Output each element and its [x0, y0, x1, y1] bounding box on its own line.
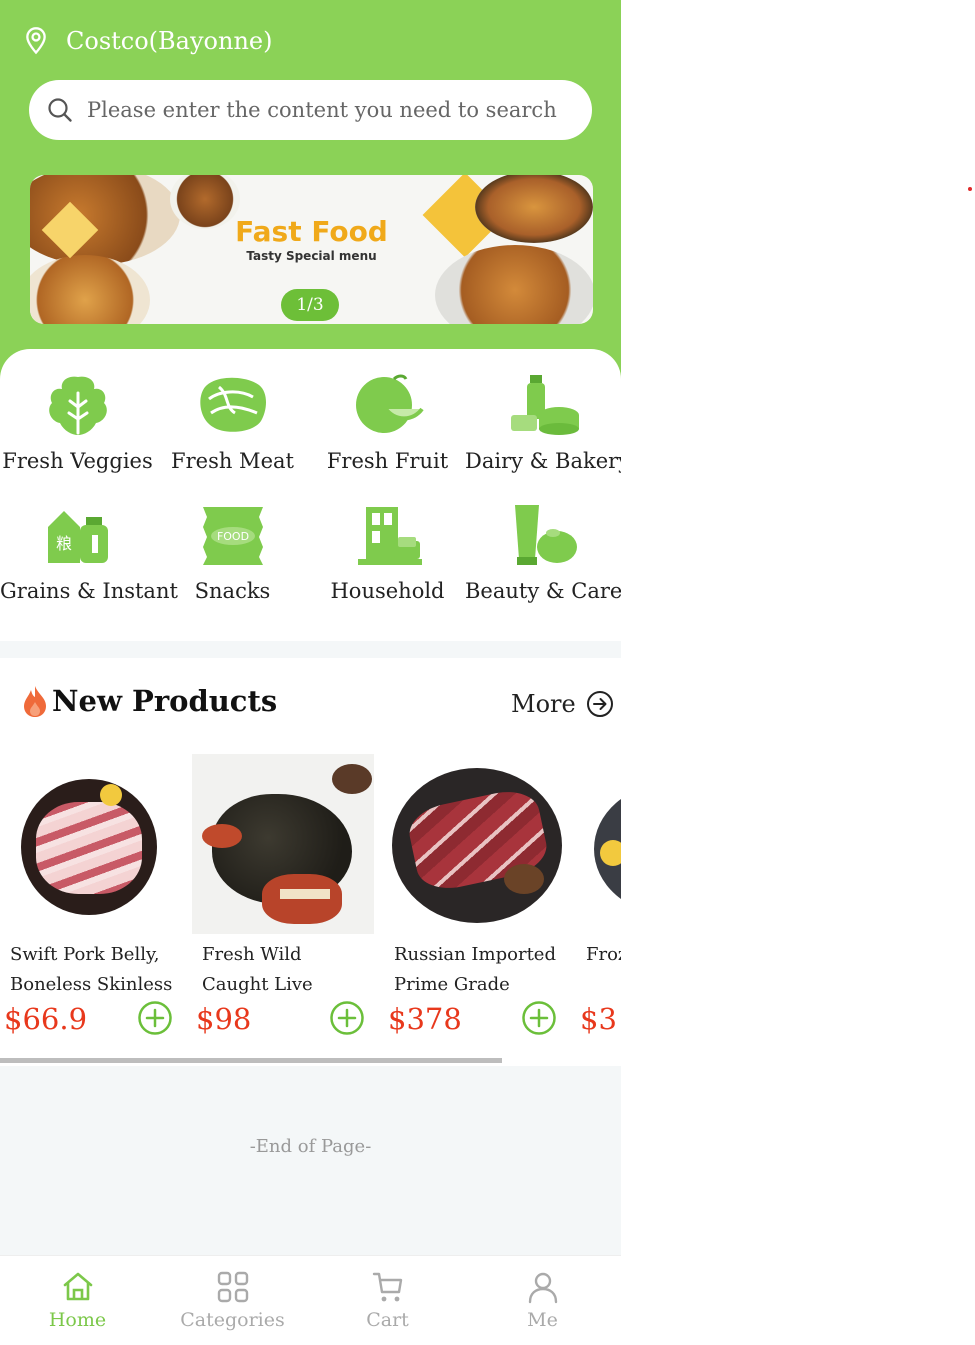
- product-card[interactable]: Frozen …s, Fr $3: [576, 754, 621, 1036]
- end-of-page-text: -End of Page-: [249, 1136, 372, 1157]
- banner-pager: 1/3: [281, 289, 339, 321]
- product-name: Fresh Wild Caught Live Lobsters: [202, 944, 313, 995]
- category-label: Dairy & Bakery: [465, 449, 621, 473]
- category-label: Fresh Fruit: [326, 449, 449, 473]
- product-name: Swift Pork Belly, Boneless Skinless: [10, 944, 173, 995]
- tab-label: Categories: [180, 1309, 285, 1331]
- flame-icon: [24, 686, 46, 717]
- banner-title: Fast Food: [235, 215, 388, 248]
- cart-icon: [372, 1272, 402, 1302]
- category-fresh-meat[interactable]: Fresh Meat: [155, 373, 310, 473]
- category-label: Fresh Veggies: [2, 449, 153, 473]
- user-icon: [528, 1272, 557, 1304]
- arrow-right-circle-icon: [586, 691, 613, 717]
- location-label: Costco(Bayonne): [66, 27, 273, 55]
- product-card[interactable]: Fresh Wild Caught Live Lobsters $98: [192, 754, 374, 1036]
- vegetable-icon: [48, 376, 107, 435]
- category-fresh-fruit[interactable]: Fresh Fruit: [310, 373, 465, 473]
- carousel-scrollbar[interactable]: [0, 1058, 502, 1063]
- tab-categories[interactable]: Categories: [155, 1256, 310, 1331]
- add-to-cart-icon[interactable]: [329, 1000, 365, 1036]
- grains-icon: 粮: [47, 511, 108, 563]
- product-card[interactable]: Russian Imported Prime Grade Grain… $378: [384, 754, 566, 1036]
- product-price: $378: [388, 1002, 462, 1036]
- fruit-icon: [355, 374, 424, 433]
- category-beauty-care[interactable]: Beauty & Care: [465, 503, 621, 603]
- category-snacks[interactable]: FOOD Snacks: [155, 503, 310, 603]
- add-to-cart-icon[interactable]: [137, 1000, 173, 1036]
- app-screen: Costco(Bayonne) Fast Food Tasty Special …: [0, 0, 621, 1345]
- product-image: [0, 754, 182, 934]
- beauty-icon: [514, 505, 577, 565]
- household-icon: [357, 507, 422, 565]
- tab-label: Me: [527, 1309, 558, 1331]
- add-to-cart-icon[interactable]: [521, 1000, 557, 1036]
- svg-text:FOOD: FOOD: [216, 530, 248, 543]
- new-products-section: New Products More Swift Pork Belly, Bone…: [0, 658, 621, 1066]
- search-bar[interactable]: [29, 80, 592, 140]
- category-label: Fresh Meat: [171, 449, 294, 473]
- section-title: New Products: [22, 684, 277, 718]
- category-grains-instant[interactable]: 粮 Grains & Instant: [0, 503, 178, 603]
- banner-food-image: [30, 255, 150, 324]
- dairy-icon: [510, 375, 579, 435]
- search-icon: [48, 98, 72, 122]
- location-selector[interactable]: Costco(Bayonne): [22, 26, 272, 56]
- search-input[interactable]: [85, 97, 559, 123]
- category-dairy-bakery[interactable]: Dairy & Bakery: [465, 373, 621, 473]
- snacks-icon: FOOD: [202, 507, 263, 565]
- tab-cart[interactable]: Cart: [310, 1256, 465, 1331]
- svg-text:粮: 粮: [55, 534, 71, 553]
- category-label: Household: [330, 579, 445, 603]
- product-image: [576, 754, 621, 934]
- tab-label: Cart: [366, 1309, 409, 1331]
- product-price: $3: [580, 1002, 617, 1036]
- bottom-tab-bar: Home Categories Cart Me: [0, 1255, 621, 1345]
- category-label: Snacks: [194, 579, 271, 603]
- banner-subtitle: Tasty Special menu: [246, 249, 377, 263]
- category-fresh-veggies[interactable]: Fresh Veggies: [0, 373, 155, 473]
- product-name: Frozen …s, Fr: [586, 944, 621, 965]
- location-pin-icon: [26, 27, 46, 55]
- product-price: $98: [196, 1002, 252, 1036]
- product-carousel[interactable]: Swift Pork Belly, Boneless Skinless $66.…: [0, 754, 621, 1054]
- category-label: Grains & Instant: [0, 579, 178, 603]
- category-grid: Fresh Veggies Fresh Meat Fresh Fruit Dai…: [0, 349, 621, 641]
- red-dot-marker: [968, 187, 972, 191]
- more-label: More: [511, 690, 576, 718]
- category-label: Beauty & Care: [465, 579, 621, 603]
- grid-icon: [217, 1271, 248, 1303]
- header: Costco(Bayonne) Fast Food Tasty Special …: [0, 0, 621, 380]
- product-name: Russian Imported Prime Grade Grain…: [394, 944, 556, 995]
- tab-me[interactable]: Me: [465, 1256, 620, 1331]
- product-price: $66.9: [4, 1002, 88, 1036]
- product-card[interactable]: Swift Pork Belly, Boneless Skinless $66.…: [0, 754, 182, 1036]
- category-household[interactable]: Household: [310, 503, 465, 603]
- tab-label: Home: [48, 1309, 107, 1331]
- product-image: [384, 754, 566, 934]
- home-icon: [63, 1272, 92, 1301]
- meat-icon: [199, 377, 266, 432]
- section-title-text: New Products: [52, 684, 278, 718]
- more-link[interactable]: More: [511, 690, 614, 718]
- product-image: [192, 754, 374, 934]
- tab-home[interactable]: Home: [0, 1256, 155, 1331]
